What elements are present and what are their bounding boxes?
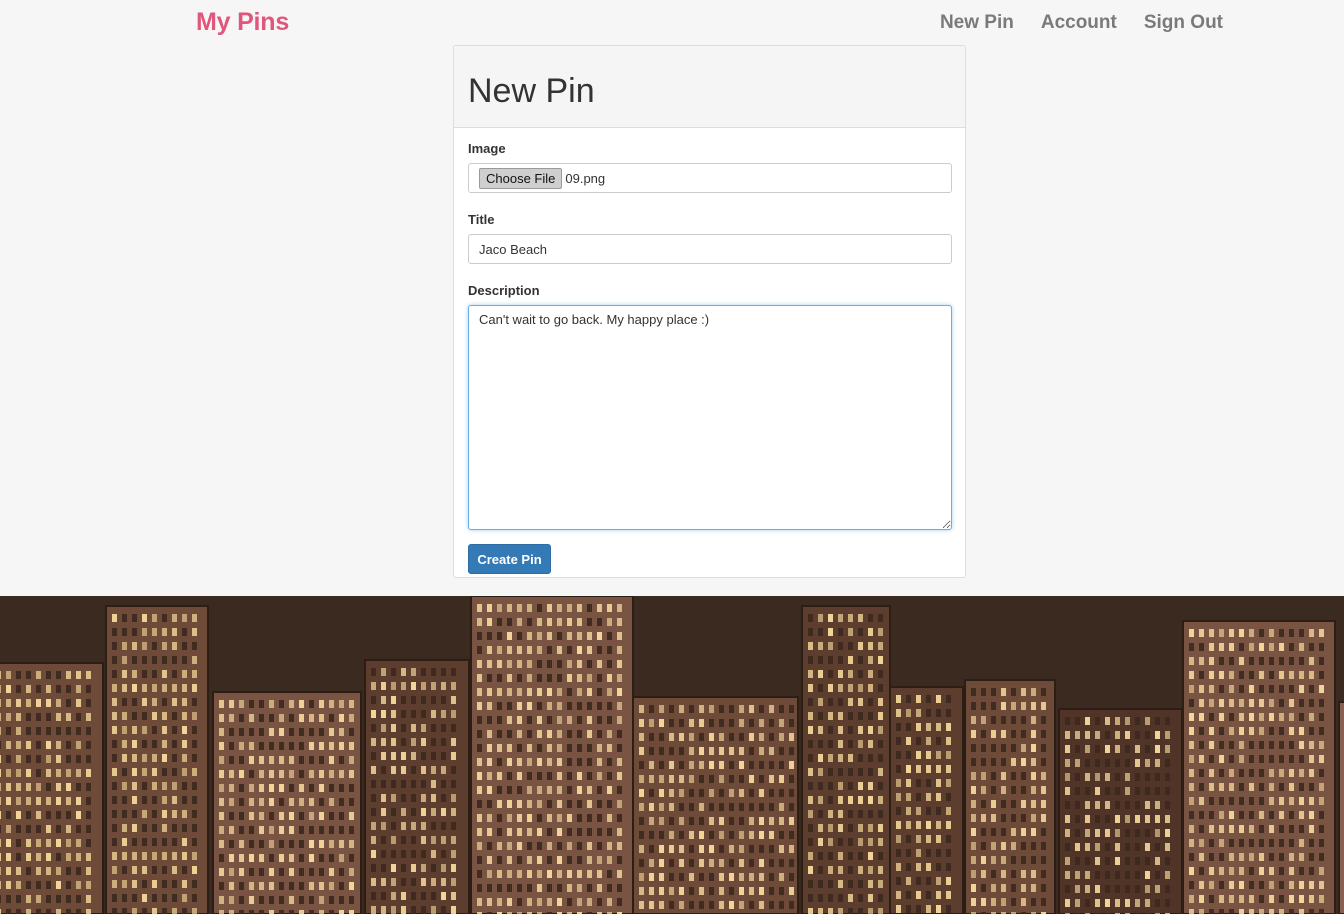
new-pin-panel: New Pin Image Choose File 09.png Title D… bbox=[453, 45, 966, 578]
building bbox=[470, 596, 634, 914]
building bbox=[212, 691, 362, 914]
city-background-image bbox=[0, 596, 1344, 914]
page-title: New Pin bbox=[468, 72, 595, 110]
title-label: Title bbox=[468, 212, 495, 227]
title-field-group: Title bbox=[468, 212, 952, 264]
building bbox=[632, 696, 799, 914]
page: My Pins New Pin Account Sign Out New Pin… bbox=[0, 0, 1344, 914]
description-field-group: Description Can't wait to go back. My ha… bbox=[468, 283, 952, 530]
image-label: Image bbox=[468, 141, 506, 156]
description-label: Description bbox=[468, 283, 540, 298]
panel-heading: New Pin bbox=[454, 46, 965, 128]
building bbox=[889, 686, 964, 914]
nav-link-sign-out[interactable]: Sign Out bbox=[1144, 12, 1223, 34]
nav-link-new-pin[interactable]: New Pin bbox=[940, 12, 1014, 34]
image-field-group: Image Choose File 09.png bbox=[468, 141, 952, 193]
choose-file-button[interactable]: Choose File bbox=[479, 167, 563, 189]
building bbox=[105, 605, 209, 914]
nav-links: New Pin Account Sign Out bbox=[940, 12, 1223, 34]
building bbox=[801, 605, 891, 914]
description-textarea[interactable]: Can't wait to go back. My happy place :) bbox=[468, 305, 952, 530]
building bbox=[1338, 701, 1344, 914]
building bbox=[1182, 620, 1336, 914]
image-file-input[interactable]: Choose File 09.png bbox=[468, 163, 952, 193]
create-pin-button[interactable]: Create Pin bbox=[468, 544, 551, 574]
selected-file-name: 09.png bbox=[565, 170, 606, 186]
building bbox=[1058, 708, 1183, 914]
city-skyline-illustration bbox=[0, 596, 1344, 914]
brand-logo-link[interactable]: My Pins bbox=[196, 8, 289, 37]
navbar: My Pins New Pin Account Sign Out bbox=[0, 0, 1344, 46]
nav-link-account[interactable]: Account bbox=[1041, 12, 1117, 34]
building bbox=[964, 679, 1056, 914]
building bbox=[364, 659, 470, 914]
building bbox=[0, 662, 104, 914]
new-pin-form: Image Choose File 09.png Title Descripti… bbox=[454, 128, 965, 574]
title-input[interactable] bbox=[468, 234, 952, 264]
